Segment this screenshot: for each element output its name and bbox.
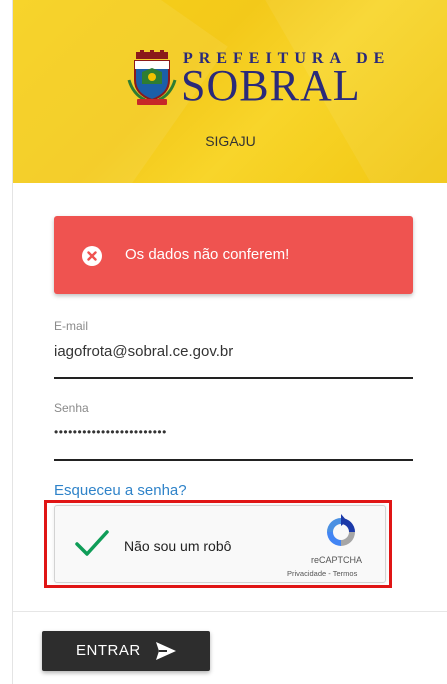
close-circle-icon	[82, 246, 102, 266]
login-card: PREFEITURA DE SOBRAL SIGAJU Os dados não…	[12, 0, 447, 684]
app-name: SIGAJU	[205, 133, 256, 149]
login-button-label: ENTRAR	[76, 642, 141, 659]
forgot-password-link[interactable]: Esqueceu a senha?	[54, 482, 187, 499]
password-label: Senha	[54, 401, 89, 415]
header-banner: PREFEITURA DE SOBRAL SIGAJU	[13, 0, 447, 183]
login-button[interactable]: ENTRAR	[42, 631, 210, 671]
email-field[interactable]: iagofrota@sobral.ce.gov.br	[54, 343, 233, 360]
email-label: E-mail	[54, 319, 89, 333]
password-underline	[54, 459, 413, 461]
error-message: Os dados não conferem!	[125, 246, 290, 263]
send-icon	[156, 642, 176, 660]
password-field[interactable]: ••••••••••••••••••••••••	[54, 425, 167, 439]
logo-main-text: SOBRAL	[181, 61, 361, 110]
email-underline	[54, 377, 413, 379]
footer-divider	[13, 611, 447, 612]
prefeitura-logo: PREFEITURA DE SOBRAL	[127, 50, 384, 110]
captcha-highlight-box	[44, 500, 392, 588]
coat-of-arms-icon	[127, 50, 177, 105]
error-alert: Os dados não conferem!	[54, 216, 413, 294]
